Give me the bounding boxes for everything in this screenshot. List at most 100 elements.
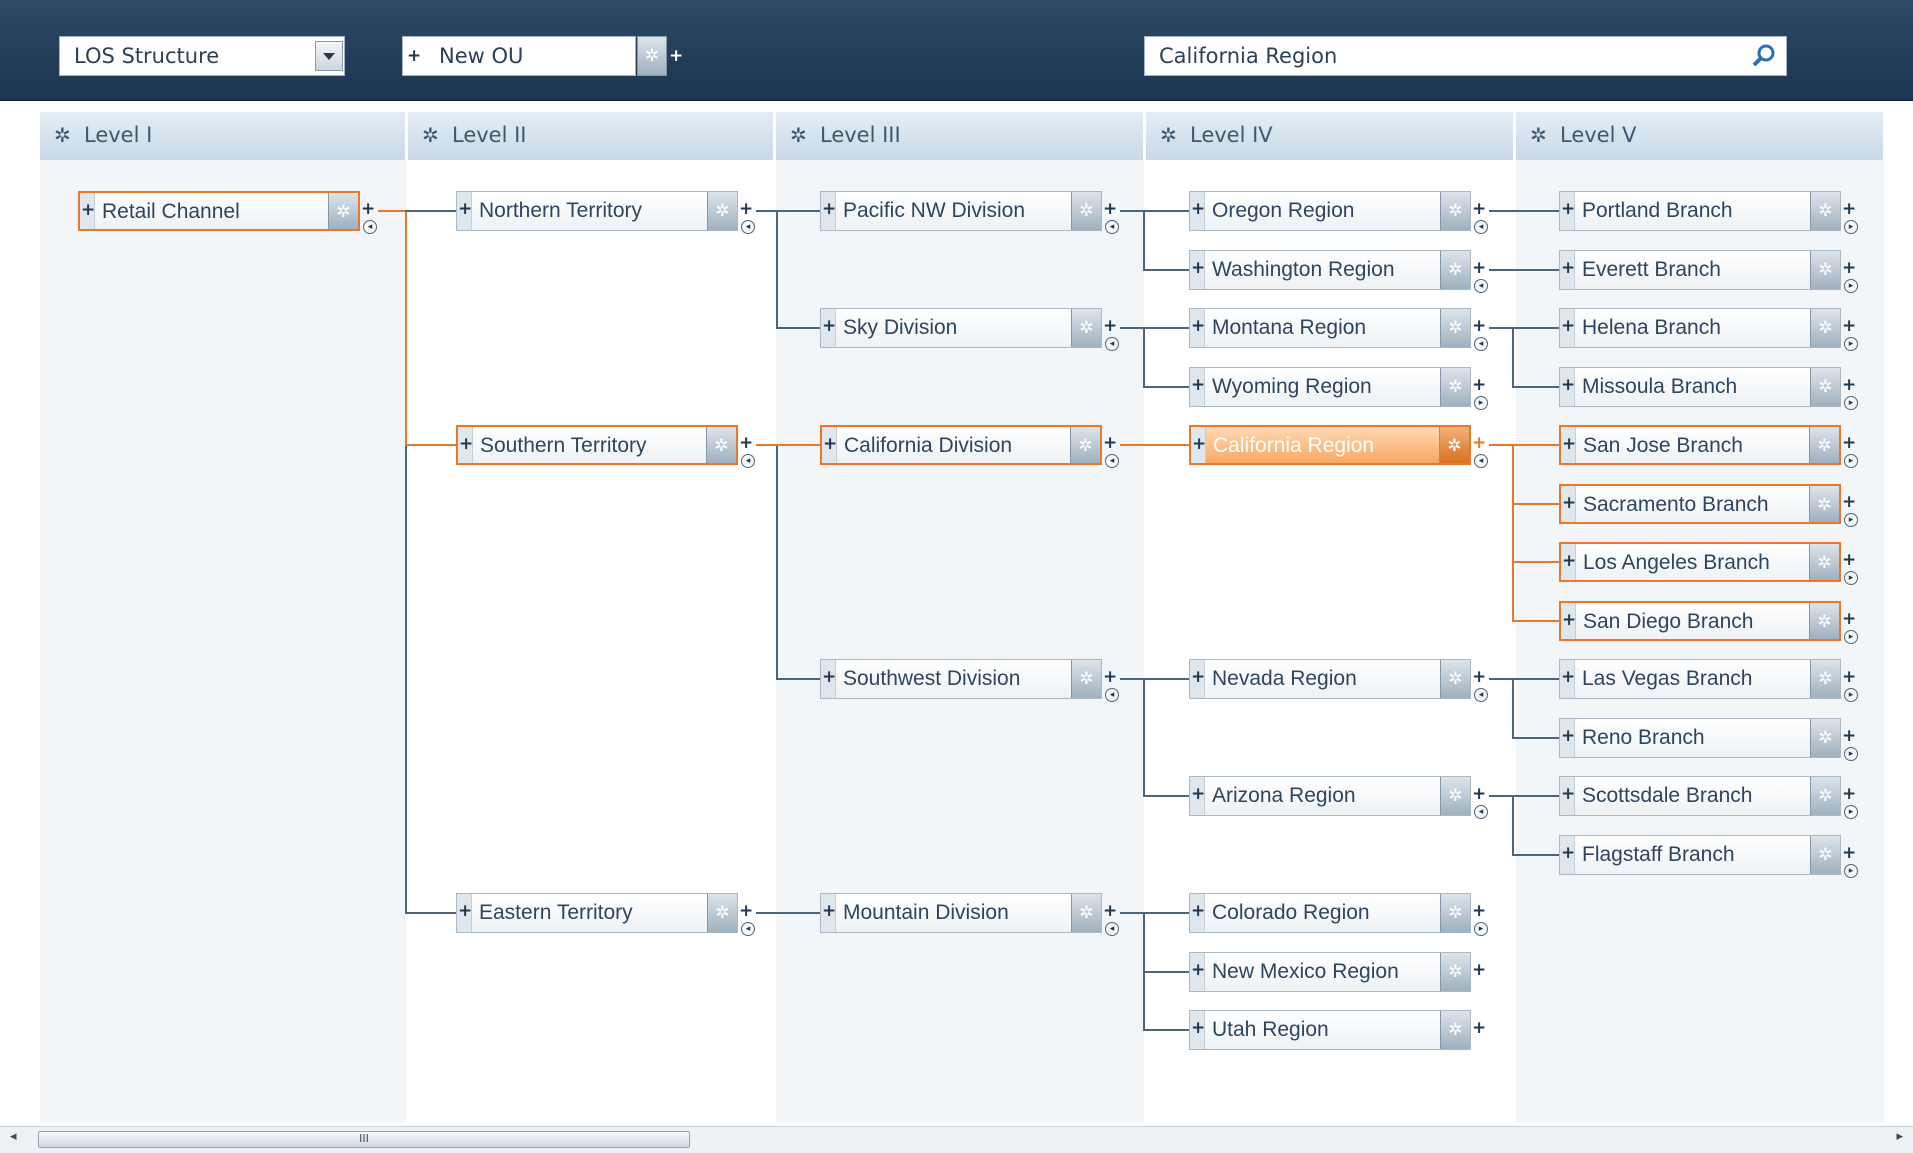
expand-icon[interactable]: ▸	[1844, 629, 1858, 644]
collapse-icon[interactable]: ◂	[1474, 337, 1488, 351]
gear-icon[interactable]: ✲	[790, 112, 807, 158]
node-settings-button[interactable]: ✲	[1440, 660, 1470, 698]
scrollbar-thumb[interactable]: III	[38, 1131, 690, 1148]
org-node-las-vegas-branch[interactable]: + Las Vegas Branch ✲	[1559, 659, 1841, 699]
add-sibling-icon[interactable]: +	[1561, 258, 1575, 278]
add-sibling-icon[interactable]: +	[823, 434, 837, 454]
add-child-icon[interactable]: +	[1842, 433, 1856, 453]
org-node-wyoming-region[interactable]: + Wyoming Region ✲	[1189, 366, 1471, 407]
add-child-icon[interactable]: +	[1842, 316, 1856, 336]
add-child-icon[interactable]: +	[1472, 199, 1486, 219]
org-node-san-diego-branch[interactable]: + San Diego Branch ✲	[1559, 600, 1841, 641]
scroll-right-icon[interactable]: ▸	[1896, 1129, 1903, 1144]
expand-icon[interactable]: ▸	[1844, 571, 1858, 585]
org-node-sacramento-branch[interactable]: + Sacramento Branch ✲	[1559, 483, 1841, 524]
collapse-icon[interactable]: ◂	[1474, 278, 1488, 293]
add-sibling-icon[interactable]: +	[459, 434, 473, 454]
add-sibling-icon[interactable]: +	[1561, 784, 1575, 804]
add-child-icon[interactable]: +	[1472, 375, 1486, 395]
add-child-icon[interactable]: +	[1103, 901, 1117, 921]
node-settings-button[interactable]: ✲	[1071, 192, 1101, 230]
node-settings-button[interactable]: ✲	[707, 894, 737, 932]
add-child-icon[interactable]: +	[1472, 960, 1486, 980]
add-sibling-icon[interactable]: +	[1562, 551, 1576, 571]
add-sibling-icon[interactable]: +	[1561, 199, 1575, 219]
node-settings-button[interactable]: ✲	[1440, 952, 1470, 991]
node-settings-button[interactable]: ✲	[1810, 367, 1840, 406]
add-child-icon[interactable]: +	[1472, 1018, 1486, 1038]
node-settings-button[interactable]: ✲	[1071, 894, 1101, 932]
add-child-icon[interactable]: +	[1842, 843, 1856, 863]
add-sibling-icon[interactable]: +	[1191, 199, 1205, 219]
org-node-pacific-nw-division[interactable]: + Pacific NW Division ✲	[820, 191, 1102, 231]
add-child-icon[interactable]: +	[1472, 784, 1486, 804]
level-header-3[interactable]: ✲ Level III	[776, 112, 1144, 160]
add-sibling-icon[interactable]: +	[822, 667, 836, 687]
scroll-left-icon[interactable]: ◂	[10, 1129, 17, 1144]
org-node-flagstaff-branch[interactable]: + Flagstaff Branch ✲	[1559, 834, 1841, 875]
add-child-icon[interactable]: +	[739, 199, 753, 219]
org-node-montana-region[interactable]: + Montana Region ✲	[1189, 308, 1471, 348]
collapse-icon[interactable]: ◂	[1474, 688, 1488, 702]
add-sibling-icon[interactable]: +	[822, 316, 836, 336]
gear-icon[interactable]: ✲	[422, 112, 439, 158]
node-settings-button[interactable]: ✲	[1440, 250, 1470, 289]
add-child-icon[interactable]: +	[1472, 901, 1486, 921]
add-sibling-icon[interactable]: +	[1561, 667, 1575, 687]
gear-icon[interactable]: ✲	[1530, 112, 1547, 158]
horizontal-scrollbar[interactable]: ◂ III ▸	[0, 1126, 1913, 1153]
add-child-icon[interactable]: +	[1103, 667, 1117, 687]
org-node-eastern-territory[interactable]: + Eastern Territory ✲	[456, 893, 738, 933]
node-settings-button[interactable]: ✲	[1810, 835, 1840, 874]
new-ou-add-icon[interactable]: +	[669, 46, 683, 66]
collapse-icon[interactable]: ◂	[1105, 922, 1119, 936]
org-node-arizona-region[interactable]: + Arizona Region ✲	[1189, 776, 1471, 816]
add-sibling-icon[interactable]: +	[1191, 1018, 1205, 1038]
add-child-icon[interactable]: +	[1842, 375, 1856, 395]
add-child-icon[interactable]: +	[739, 433, 753, 453]
expand-icon[interactable]: ▸	[1844, 454, 1858, 468]
add-child-icon[interactable]: +	[1472, 316, 1486, 336]
node-settings-button[interactable]: ✲	[706, 427, 736, 463]
add-child-icon[interactable]: +	[1842, 726, 1856, 746]
node-settings-button[interactable]: ✲	[1810, 250, 1840, 289]
org-node-scottsdale-branch[interactable]: + Scottsdale Branch ✲	[1559, 776, 1841, 816]
org-node-san-jose-branch[interactable]: + San Jose Branch ✲	[1559, 425, 1841, 465]
org-node-oregon-region[interactable]: + Oregon Region ✲	[1189, 191, 1471, 231]
add-child-icon[interactable]: +	[1472, 433, 1486, 453]
node-settings-button[interactable]: ✲	[1071, 309, 1101, 347]
search-input[interactable]: California Region	[1144, 36, 1787, 76]
org-node-utah-region[interactable]: + Utah Region ✲	[1189, 1010, 1471, 1050]
node-settings-button[interactable]: ✲	[1440, 192, 1470, 230]
node-settings-button[interactable]: ✲	[1809, 485, 1839, 522]
add-sibling-icon[interactable]: +	[822, 901, 836, 921]
node-settings-button[interactable]: ✲	[1070, 427, 1100, 463]
collapse-icon[interactable]: ◂	[1474, 805, 1488, 819]
org-node-nevada-region[interactable]: + Nevada Region ✲	[1189, 659, 1471, 699]
org-node-california-division[interactable]: + California Division ✲	[820, 425, 1102, 465]
add-child-icon[interactable]: +	[1842, 258, 1856, 278]
node-settings-button[interactable]: ✲	[1809, 602, 1839, 639]
node-settings-button[interactable]: ✲	[1440, 894, 1470, 932]
new-ou-plus-icon[interactable]: +	[407, 37, 421, 75]
add-sibling-icon[interactable]: +	[1191, 960, 1205, 980]
add-child-icon[interactable]: +	[1842, 667, 1856, 687]
add-child-icon[interactable]: +	[1842, 784, 1856, 804]
node-settings-button[interactable]: ✲	[328, 193, 358, 229]
org-node-california-region[interactable]: + California Region ✲	[1189, 425, 1471, 465]
expand-icon[interactable]: ▸	[1844, 337, 1858, 351]
org-node-northern-territory[interactable]: + Northern Territory ✲	[456, 191, 738, 231]
node-settings-button[interactable]: ✲	[1810, 192, 1840, 230]
expand-icon[interactable]: ▸	[1844, 278, 1858, 293]
expand-icon[interactable]: ▸	[1844, 863, 1858, 878]
org-node-new-mexico-region[interactable]: + New Mexico Region ✲	[1189, 951, 1471, 992]
node-settings-button[interactable]: ✲	[1810, 309, 1840, 347]
org-node-los-angeles-branch[interactable]: + Los Angeles Branch ✲	[1559, 542, 1841, 582]
org-node-mountain-division[interactable]: + Mountain Division ✲	[820, 893, 1102, 933]
add-sibling-icon[interactable]: +	[822, 199, 836, 219]
expand-icon[interactable]: ▸	[1844, 220, 1858, 234]
add-sibling-icon[interactable]: +	[1191, 258, 1205, 278]
add-sibling-icon[interactable]: +	[81, 200, 95, 220]
node-settings-button[interactable]: ✲	[1440, 1011, 1470, 1049]
node-settings-button[interactable]: ✲	[1439, 427, 1469, 463]
